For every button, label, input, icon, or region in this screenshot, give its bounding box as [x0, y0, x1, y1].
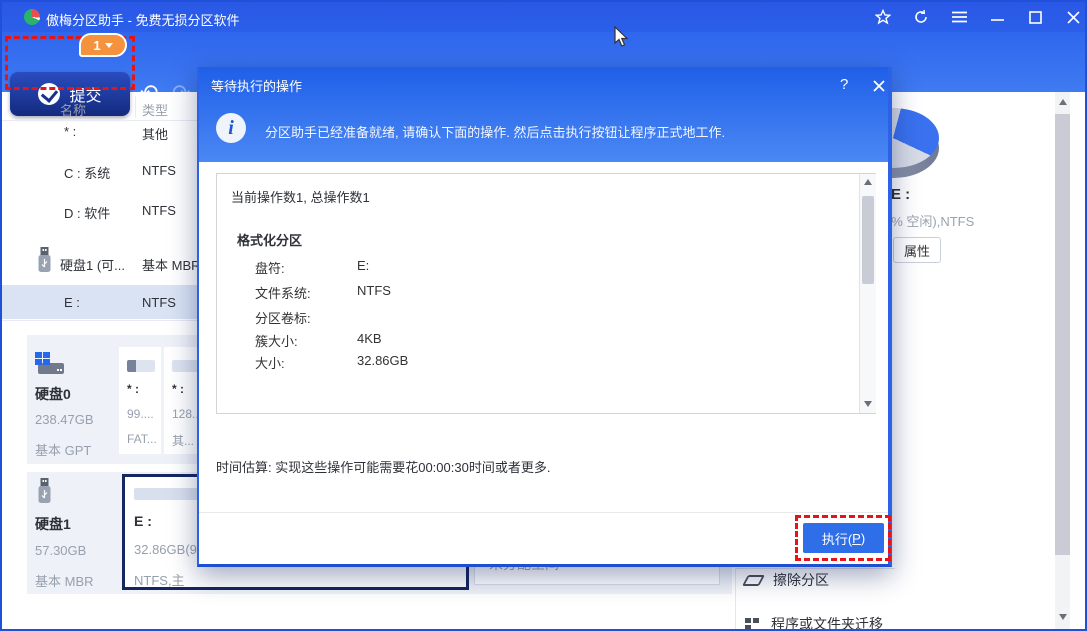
pending-operations-dialog: 等待执行的操作 ? i 分区助手已经准备就绪, 请确认下面的操作. 然后点击执行… [197, 67, 892, 567]
disk-size: 238.47GB [35, 412, 94, 427]
disk-style: 基本 GPT [35, 440, 91, 459]
detail-label: 文件系统: [255, 283, 311, 302]
partition-fs: 其... [172, 432, 194, 449]
window-title: 傲梅分区助手 - 免费无损分区软件 [46, 10, 240, 29]
panel-section-divider [735, 568, 895, 569]
partition-size: 99.... [127, 407, 154, 421]
volume-row-type: NTFS [142, 203, 176, 218]
usb-icon [38, 247, 51, 273]
operations-list: 当前操作数1, 总操作数1 格式化分区 盘符: E: 文件系统: NTFS 分区… [216, 173, 876, 414]
column-divider [135, 96, 136, 118]
pending-count: 1 [93, 38, 100, 53]
volume-row-type: 基本 MBR [142, 255, 201, 274]
usb-icon [38, 478, 51, 504]
dialog-info-text: 分区助手已经准备就绪, 请确认下面的操作. 然后点击执行按钮让程序正式地工作. [265, 122, 725, 141]
partition-label: * : [127, 382, 139, 396]
panel-scrollbar-thumb[interactable] [1055, 114, 1070, 555]
execute-highlight-annotation [795, 515, 891, 561]
dialog-help-icon[interactable]: ? [840, 76, 848, 93]
column-header-name[interactable]: 名称 [60, 100, 86, 119]
partition-fs: FAT... [127, 432, 157, 446]
volume-row-name[interactable]: E : [64, 295, 80, 310]
detail-value: 32.86GB [357, 353, 408, 368]
maximize-icon[interactable] [1023, 7, 1047, 27]
disk-icon [35, 352, 65, 376]
menu-item-label: 擦除分区 [773, 570, 829, 590]
chevron-down-icon [105, 43, 113, 48]
partition-label: E : [134, 513, 152, 529]
info-icon: i [216, 113, 246, 143]
refresh-icon[interactable] [909, 7, 933, 27]
volume-row-name[interactable]: * : [64, 124, 76, 139]
scroll-up-icon[interactable] [1055, 94, 1070, 110]
panel-partition-label: E : [891, 186, 910, 203]
footer-divider [199, 512, 888, 513]
pending-count-badge[interactable]: 1 [79, 33, 127, 57]
menu-item-wipe-partition[interactable]: 擦除分区 [745, 570, 829, 590]
minimize-icon[interactable] [985, 7, 1009, 27]
detail-label: 盘符: [255, 258, 285, 277]
volume-row-name[interactable]: C : 系统 [64, 163, 110, 182]
volume-row-type: NTFS [142, 295, 176, 310]
column-header-type[interactable]: 类型 [142, 100, 168, 119]
redo-icon: ↷ [172, 80, 190, 106]
scroll-down-icon[interactable] [860, 398, 876, 410]
scroll-up-icon[interactable] [860, 176, 876, 188]
app-migrate-icon [745, 618, 760, 631]
favorite-star-icon[interactable] [871, 7, 895, 27]
detail-value: 4KB [357, 331, 382, 346]
row-divider [2, 320, 197, 321]
partition-size: 32.86GB(99 [134, 542, 204, 557]
menu-icon[interactable] [947, 7, 971, 27]
volume-row-name[interactable]: D : 软件 [64, 203, 110, 222]
operations-summary: 当前操作数1, 总操作数1 [231, 187, 370, 206]
volume-row-type: 其他 [142, 124, 168, 143]
header-divider [2, 120, 197, 121]
partition-label: * : [172, 382, 184, 396]
partition-fs: NTFS,主 [134, 570, 185, 589]
dialog-header: 等待执行的操作 ? i 分区助手已经准备就绪, 请确认下面的操作. 然后点击执行… [199, 67, 888, 162]
usage-bar [127, 360, 155, 372]
scroll-down-icon[interactable] [1055, 609, 1070, 625]
detail-label: 分区卷标: [255, 308, 311, 327]
disk-name[interactable]: 硬盘1 [35, 514, 71, 534]
dialog-scrollbar[interactable] [859, 174, 876, 413]
properties-button-label: 属性 [904, 241, 930, 260]
volume-row-type: NTFS [142, 163, 176, 178]
title-bar: 傲梅分区助手 - 免费无损分区软件 [2, 2, 1085, 32]
detail-label: 大小: [255, 353, 285, 372]
dialog-scrollbar-thumb[interactable] [862, 196, 874, 284]
time-estimate: 时间估算: 实现这些操作可能需要花00:00:30时间或者更多. [216, 457, 550, 476]
mouse-cursor [614, 26, 630, 53]
close-icon[interactable] [1061, 7, 1085, 27]
detail-value: NTFS [357, 283, 391, 298]
dialog-close-icon[interactable] [873, 79, 885, 97]
disk-style: 基本 MBR [35, 571, 94, 590]
partition-block[interactable]: * : 99.... FAT... [119, 347, 161, 454]
menu-item-app-migrate[interactable]: 程序或文件夹迁移 [745, 614, 883, 631]
properties-button[interactable]: 属性 [893, 237, 941, 263]
app-window: 傲梅分区助手 - 免费无损分区软件 提交 ↶ ↷ [0, 0, 1087, 631]
volume-row-name[interactable]: 硬盘1 (可... [60, 255, 125, 274]
dialog-title: 等待执行的操作 [211, 76, 302, 95]
menu-item-label: 程序或文件夹迁移 [771, 614, 883, 631]
panel-partition-info: 9% 空闲),NTFS [884, 211, 974, 230]
panel-left-border [735, 568, 736, 631]
eraser-icon [742, 575, 765, 586]
detail-label: 簇大小: [255, 331, 298, 350]
app-logo-icon [24, 9, 40, 25]
disk-name[interactable]: 硬盘0 [35, 384, 71, 404]
detail-value: E: [357, 258, 369, 273]
disk-size: 57.30GB [35, 543, 86, 558]
operation-title: 格式化分区 [237, 230, 302, 249]
